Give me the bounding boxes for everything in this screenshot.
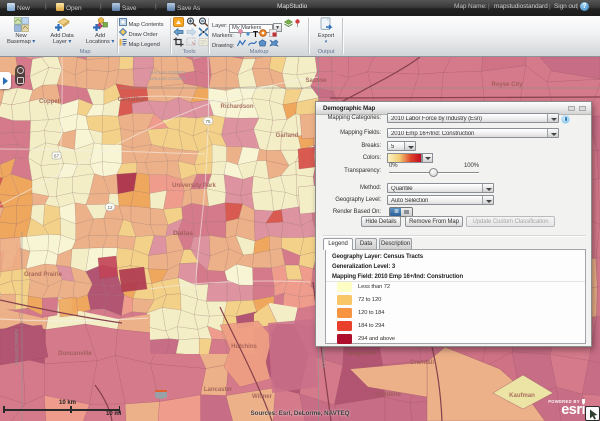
svg-text:Lancaster: Lancaster [204,387,233,393]
svg-text:12: 12 [107,205,113,210]
svg-text:Richardson: Richardson [220,104,253,110]
svg-text:Royse City: Royse City [491,82,523,88]
svg-text:Crandall: Crandall [410,360,434,366]
svg-text:KAUFMAN: KAUFMAN [321,346,326,367]
svg-text:DALLAS COUNTY: DALLAS COUNTY [14,329,19,365]
svg-text:DALLAS COUNTY: DALLAS COUNTY [150,76,186,81]
svg-text:University Park: University Park [172,183,216,189]
svg-text:Hutchins: Hutchins [231,344,257,350]
svg-text:Sachse: Sachse [305,78,327,84]
svg-text:Carrollton: Carrollton [118,97,147,103]
svg-text:Combine: Combine [375,392,401,398]
svg-text:Seagoville: Seagoville [346,351,376,357]
svg-text:Coppell: Coppell [39,99,61,105]
svg-text:Kaufman: Kaufman [509,393,535,399]
svg-text:Garland: Garland [276,133,299,139]
svg-text:Wilmer: Wilmer [252,394,273,400]
svg-text:Duncanville: Duncanville [58,351,92,357]
svg-text:Dallas: Dallas [173,230,193,237]
svg-text:75: 75 [205,119,211,124]
svg-text:DALLAS COUNTY: DALLAS COUNTY [150,70,186,75]
svg-text:67: 67 [54,154,60,159]
svg-text:Grand Prairie: Grand Prairie [24,272,63,278]
